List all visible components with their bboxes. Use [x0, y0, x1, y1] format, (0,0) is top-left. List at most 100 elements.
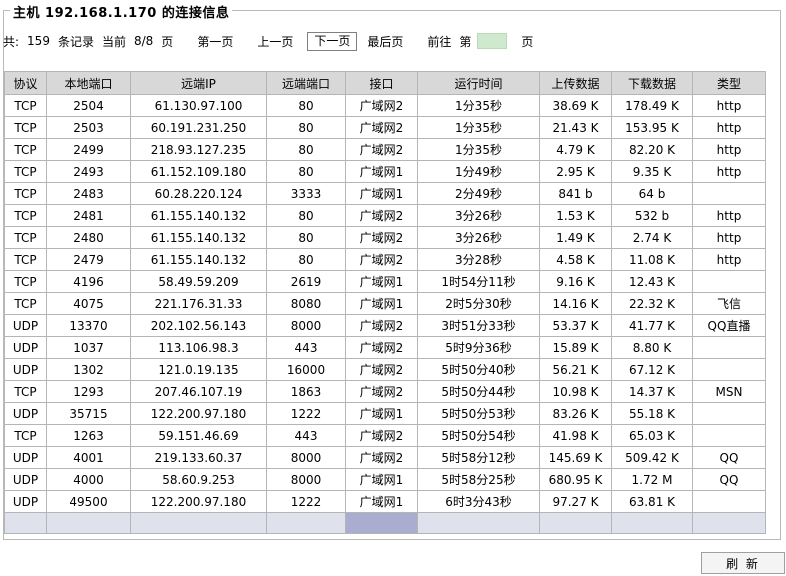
protocol-cell: TCP — [4, 270, 47, 293]
local-port-cell: 1263 — [46, 424, 131, 447]
type-cell — [692, 358, 766, 381]
remote-port-cell: 80 — [266, 160, 346, 183]
upload-cell: 41.98 K — [539, 424, 612, 447]
type-cell: http — [692, 248, 766, 271]
remote-port-cell: 80 — [266, 204, 346, 227]
upload-cell: 1.53 K — [539, 204, 612, 227]
remote-port-cell: 443 — [266, 424, 346, 447]
interface-cell: 广域网1 — [345, 490, 418, 513]
remote-ip-cell: 60.191.231.250 — [130, 116, 267, 139]
download-cell: 64 b — [611, 182, 693, 205]
interface-cell: 广域网2 — [345, 446, 418, 469]
goto-page-input[interactable] — [477, 33, 508, 49]
empty-cell — [266, 512, 346, 534]
pager: 共: 159 条记录 当前 8/8 页 第一页 上一页 下一页 最后页 前往 第… — [3, 31, 533, 51]
header-protocol: 协议 — [4, 71, 47, 95]
upload-cell: 15.89 K — [539, 336, 612, 359]
first-page-link[interactable]: 第一页 — [197, 33, 233, 50]
table-body: TCP 2504 61.130.97.100 80 广域网2 1分35秒 38.69 K 17… — [4, 94, 766, 534]
interface-cell: 广域网2 — [345, 138, 418, 161]
uptime-cell: 5时50分53秒 — [417, 402, 540, 425]
empty-cell — [345, 512, 418, 534]
remote-ip-cell: 121.0.19.135 — [130, 358, 267, 381]
interface-cell: 广域网2 — [345, 336, 418, 359]
remote-port-cell: 80 — [266, 116, 346, 139]
download-cell: 9.35 K — [611, 160, 693, 183]
header-type: 类型 — [692, 71, 766, 95]
protocol-cell: TCP — [4, 182, 47, 205]
local-port-cell: 1302 — [46, 358, 131, 381]
table-row: TCP 2493 61.152.109.180 80 广域网1 1分49秒 2.95 K 9.… — [4, 160, 766, 183]
page-unit: 页 — [161, 34, 174, 49]
remote-ip-cell: 207.46.107.19 — [130, 380, 267, 403]
remote-port-cell: 1222 — [266, 402, 346, 425]
uptime-cell: 3分28秒 — [417, 248, 540, 271]
uptime-cell: 1分35秒 — [417, 116, 540, 139]
table-row: TCP 2483 60.28.220.124 3333 广域网1 2分49秒 841 b 64… — [4, 182, 766, 205]
uptime-cell: 5时50分40秒 — [417, 358, 540, 381]
download-cell: 63.81 K — [611, 490, 693, 513]
remote-port-cell: 80 — [266, 226, 346, 249]
table-row: UDP 1302 121.0.19.135 16000 广域网2 5时50分40秒 56.2… — [4, 358, 766, 381]
download-cell: 153.95 K — [611, 116, 693, 139]
goto-prefix: 第 — [459, 34, 472, 49]
header-download: 下载数据 — [611, 71, 693, 95]
prev-page-link[interactable]: 上一页 — [257, 33, 293, 50]
uptime-cell: 6时3分43秒 — [417, 490, 540, 513]
download-cell: 82.20 K — [611, 138, 693, 161]
table-row: TCP 4196 58.49.59.209 2619 广域网1 1时54分11秒 9.16 … — [4, 270, 766, 293]
local-port-cell: 2483 — [46, 182, 131, 205]
remote-ip-cell: 122.200.97.180 — [130, 402, 267, 425]
remote-port-cell: 80 — [266, 138, 346, 161]
local-port-cell: 2499 — [46, 138, 131, 161]
table-row: TCP 2503 60.191.231.250 80 广域网2 1分35秒 21.43 K1… — [4, 116, 766, 139]
table-row: TCP 1263 59.151.46.69 443 广域网2 5时50分54秒 41.98 … — [4, 424, 766, 447]
type-cell — [692, 402, 766, 425]
table-header-row: 协议 本地端口 远端IP 远端端口 接口 运行时间 上传数据 下载数据 类型 — [4, 71, 766, 95]
type-cell — [692, 182, 766, 205]
remote-ip-cell: 221.176.31.33 — [130, 292, 267, 315]
next-page-link[interactable]: 下一页 — [307, 31, 358, 51]
upload-cell: 680.95 K — [539, 468, 612, 491]
type-cell — [692, 424, 766, 447]
protocol-cell: UDP — [4, 314, 47, 337]
upload-cell: 145.69 K — [539, 446, 612, 469]
last-page-link[interactable]: 最后页 — [367, 33, 403, 50]
interface-cell: 广域网1 — [345, 270, 418, 293]
remote-ip-cell: 61.155.140.132 — [130, 248, 267, 271]
remote-ip-cell: 61.155.140.132 — [130, 204, 267, 227]
remote-ip-cell: 59.151.46.69 — [130, 424, 267, 447]
uptime-cell: 3时51分33秒 — [417, 314, 540, 337]
header-upload: 上传数据 — [539, 71, 612, 95]
type-cell: QQ直播 — [692, 314, 766, 337]
remote-port-cell: 8080 — [266, 292, 346, 315]
protocol-cell: UDP — [4, 358, 47, 381]
local-port-cell: 4001 — [46, 446, 131, 469]
uptime-cell: 5时50分54秒 — [417, 424, 540, 447]
upload-cell: 83.26 K — [539, 402, 612, 425]
uptime-cell: 5时9分36秒 — [417, 336, 540, 359]
upload-cell: 56.21 K — [539, 358, 612, 381]
header-uptime: 运行时间 — [417, 71, 540, 95]
local-port-cell: 4000 — [46, 468, 131, 491]
interface-cell: 广域网2 — [345, 94, 418, 117]
local-port-cell: 13370 — [46, 314, 131, 337]
uptime-cell: 1分35秒 — [417, 94, 540, 117]
remote-ip-cell: 58.60.9.253 — [130, 468, 267, 491]
download-cell: 67.12 K — [611, 358, 693, 381]
local-port-cell: 49500 — [46, 490, 131, 513]
remote-ip-cell: 219.133.60.37 — [130, 446, 267, 469]
refresh-button[interactable]: 刷 新 — [701, 552, 785, 574]
protocol-cell: TCP — [4, 204, 47, 227]
current-label: 当前 — [101, 34, 126, 49]
interface-cell: 广域网2 — [345, 226, 418, 249]
interface-cell: 广域网2 — [345, 248, 418, 271]
upload-cell: 53.37 K — [539, 314, 612, 337]
empty-cell — [611, 512, 693, 534]
download-cell: 41.77 K — [611, 314, 693, 337]
interface-cell: 广域网2 — [345, 116, 418, 139]
download-cell: 65.03 K — [611, 424, 693, 447]
type-cell: QQ — [692, 468, 766, 491]
interface-cell: 广域网2 — [345, 380, 418, 403]
connection-table: 协议 本地端口 远端IP 远端端口 接口 运行时间 上传数据 下载数据 类型 T… — [4, 71, 766, 534]
